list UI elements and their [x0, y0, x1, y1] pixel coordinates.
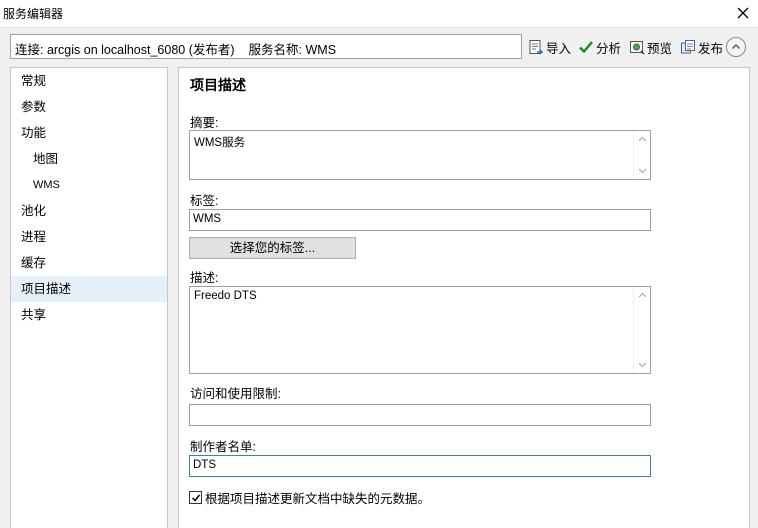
- publish-button[interactable]: 发布: [680, 38, 723, 56]
- sidebar: 常规 参数 功能 地图 WMS 池化 进程 缓存 项目描述 共享: [10, 67, 168, 528]
- import-label: 导入: [546, 41, 572, 56]
- panel-heading: 项目描述: [190, 77, 246, 93]
- sidebar-item-parameters[interactable]: 参数: [11, 94, 167, 120]
- scroll-up-icon[interactable]: [638, 291, 647, 300]
- publish-icon: [681, 40, 695, 54]
- tags-label: 标签:: [190, 194, 219, 208]
- close-button[interactable]: [732, 3, 754, 23]
- update-metadata-label: 根据项目描述更新文档中缺失的元数据。: [205, 492, 431, 506]
- sidebar-item-pooling[interactable]: 池化: [11, 198, 167, 224]
- scroll-down-icon[interactable]: [638, 166, 647, 175]
- summary-value: WMS服务: [194, 137, 246, 149]
- toolbar: 连接: arcgis on localhost_6080 (发布者) 服务名称: …: [0, 28, 758, 64]
- preview-label: 预览: [647, 41, 673, 56]
- publish-label: 发布: [698, 41, 724, 56]
- import-button[interactable]: 导入: [528, 38, 571, 56]
- choose-tags-button[interactable]: 选择您的标签...: [189, 237, 356, 259]
- service-name-text: 服务名称: WMS: [248, 43, 337, 57]
- connection-text: 连接: arcgis on localhost_6080 (发布者): [15, 43, 235, 57]
- preview-button[interactable]: 预览: [629, 38, 672, 56]
- access-constraints-label: 访问和使用限制:: [190, 387, 281, 401]
- analyze-label: 分析: [596, 41, 622, 56]
- import-icon: [529, 40, 543, 55]
- preview-icon: [630, 41, 645, 55]
- summary-scrollbar[interactable]: [633, 131, 650, 179]
- sidebar-item-general[interactable]: 常规: [11, 68, 167, 94]
- sidebar-item-caching[interactable]: 缓存: [11, 250, 167, 276]
- update-metadata-checkbox[interactable]: [189, 491, 202, 504]
- description-textarea[interactable]: Freedo DTS: [189, 286, 651, 374]
- sidebar-item-wms[interactable]: WMS: [11, 172, 167, 198]
- sidebar-item-sharing[interactable]: 共享: [11, 302, 167, 328]
- credits-label: 制作者名单:: [190, 440, 256, 454]
- scroll-up-icon[interactable]: [638, 135, 647, 144]
- access-constraints-input[interactable]: [189, 404, 651, 426]
- connection-info: 连接: arcgis on localhost_6080 (发布者) 服务名称: …: [10, 34, 522, 59]
- update-metadata-option[interactable]: 根据项目描述更新文档中缺失的元数据。: [189, 488, 430, 507]
- sidebar-item-capabilities[interactable]: 功能: [11, 120, 167, 146]
- sidebar-item-item-description[interactable]: 项目描述: [11, 276, 167, 302]
- collapse-button[interactable]: [726, 37, 746, 57]
- item-description-panel: 项目描述 摘要: WMS服务 标签: WMS 选择您的标签... 描述: Fre…: [178, 67, 750, 528]
- title-bar: 服务编辑器: [0, 0, 758, 28]
- tags-input[interactable]: WMS: [189, 209, 651, 231]
- credits-input[interactable]: DTS: [189, 455, 651, 477]
- analyze-icon: [579, 41, 593, 54]
- checkmark-icon: [191, 494, 200, 502]
- collapse-icon: [732, 44, 740, 49]
- sidebar-item-processes[interactable]: 进程: [11, 224, 167, 250]
- analyze-button[interactable]: 分析: [578, 38, 621, 56]
- summary-label: 摘要:: [190, 116, 219, 130]
- description-scrollbar[interactable]: [633, 287, 650, 373]
- summary-textarea[interactable]: WMS服务: [189, 130, 651, 180]
- description-value: Freedo DTS: [194, 290, 257, 302]
- window-title: 服务编辑器: [3, 7, 64, 21]
- description-label: 描述:: [190, 271, 219, 285]
- sidebar-item-map[interactable]: 地图: [11, 146, 167, 172]
- close-icon: [737, 7, 749, 19]
- scroll-down-icon[interactable]: [638, 360, 647, 369]
